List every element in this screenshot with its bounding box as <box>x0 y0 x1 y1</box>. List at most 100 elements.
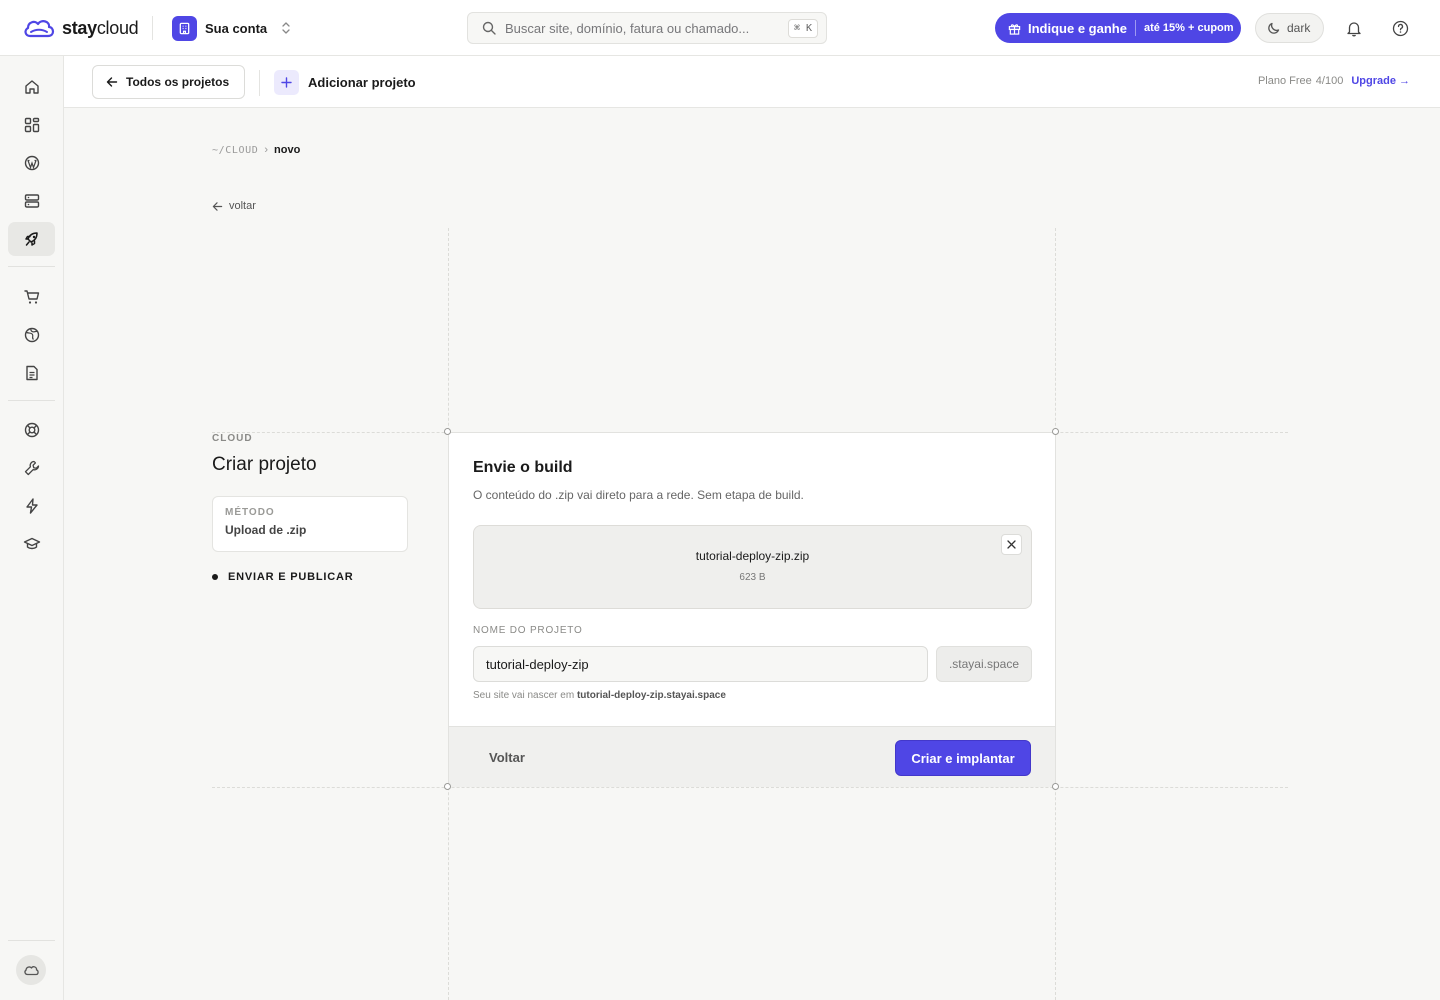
gift-icon <box>1008 23 1021 35</box>
upgrade-link[interactable]: Upgrade → <box>1351 75 1410 87</box>
server-icon <box>24 194 39 208</box>
wizard-eyebrow: CLOUD <box>212 433 253 444</box>
corner-handle <box>444 783 451 790</box>
plan-name: Plano Free <box>1257 75 1312 87</box>
search-shortcut: ⌘ K <box>787 18 818 38</box>
project-name-input[interactable] <box>473 646 928 682</box>
method-summary[interactable]: MÉTODO Upload de .zip <box>212 496 408 552</box>
remove-file-button[interactable] <box>1001 534 1022 555</box>
sidebar-item-academy[interactable] <box>8 527 55 561</box>
sidebar-item-tools[interactable] <box>8 451 55 485</box>
sidebar-item-store[interactable] <box>8 280 55 314</box>
sidebar-divider <box>8 940 55 941</box>
arrow-left-icon <box>106 77 118 87</box>
theme-label: dark <box>1287 21 1311 35</box>
project-name-label: NOME DO PROJETO <box>473 625 583 636</box>
file-dropzone[interactable]: tutorial-deploy-zip.zip 623 B <box>473 525 1032 609</box>
home-icon <box>24 80 39 94</box>
current-step: ENVIAR E PUBLICAR <box>212 571 353 583</box>
wordpress-icon <box>24 155 39 171</box>
step-label: ENVIAR E PUBLICAR <box>228 571 354 583</box>
all-projects-label: Todos os projetos <box>126 75 230 89</box>
back-button[interactable]: Voltar <box>489 750 525 765</box>
domain-hint-value: tutorial-deploy-zip.stayai.space <box>576 690 726 701</box>
card-footer: Voltar Criar e implantar <box>449 726 1055 787</box>
sidebar-item-invoices[interactable] <box>8 356 55 390</box>
breadcrumb: ~/CLOUD › novo <box>212 144 300 156</box>
sidebar-divider <box>8 400 55 401</box>
card-subtitle: O conteúdo do .zip vai direto para a red… <box>473 488 804 502</box>
sidebar-item-dashboard[interactable] <box>8 108 55 142</box>
graduation-cap-icon <box>23 537 40 550</box>
sidebar-item-cloud[interactable] <box>8 222 55 256</box>
sidebar-item-performance[interactable] <box>8 489 55 523</box>
sidebar-divider <box>8 266 55 267</box>
sidebar-item-servers[interactable] <box>8 184 55 218</box>
plan-info: Plano Free 4/100 Upgrade → <box>1258 75 1410 87</box>
close-icon <box>1007 540 1016 549</box>
corner-handle <box>444 428 451 435</box>
create-deploy-button[interactable]: Criar e implantar <box>895 740 1031 776</box>
theme-toggle[interactable]: dark <box>1255 13 1324 43</box>
sidebar-item-home[interactable] <box>8 70 55 104</box>
search-placeholder: Buscar site, domínio, fatura ou chamado.… <box>505 20 750 36</box>
wrench-icon <box>24 460 39 476</box>
back-link[interactable]: voltar <box>212 200 256 212</box>
sidebar-item-support[interactable] <box>8 413 55 447</box>
breadcrumb-separator: › <box>264 144 269 156</box>
step-dot <box>212 574 218 580</box>
referral-tag: até 15% + cupom <box>1143 22 1234 34</box>
card-title: Envie o build <box>473 459 573 476</box>
brand-name: staycloud <box>62 17 139 38</box>
corner-handle <box>1052 783 1059 790</box>
search-icon <box>482 21 496 35</box>
sidebar-item-wordpress[interactable] <box>8 146 55 180</box>
corner-handle <box>1052 428 1059 435</box>
file-name: tutorial-deploy-zip.zip <box>695 549 810 563</box>
referral-button[interactable]: Indique e ganhe até 15% + cupom <box>995 13 1241 43</box>
breadcrumb-current: novo <box>274 144 301 156</box>
file-size: 623 B <box>739 572 766 583</box>
account-switcher[interactable]: Sua conta <box>172 15 291 41</box>
guide-line <box>212 787 1288 788</box>
building-icon <box>172 15 197 41</box>
plus-icon <box>274 69 299 95</box>
sidebar-item-domains[interactable] <box>8 318 55 352</box>
add-project-button[interactable]: Adicionar projeto <box>274 69 416 95</box>
lifebuoy-icon <box>24 422 39 438</box>
domain-hint: Seu site vai nascer em tutorial-deploy-z… <box>473 690 726 701</box>
account-name: Sua conta <box>205 20 268 36</box>
divider <box>259 70 260 96</box>
referral-label: Indique e ganhe <box>1028 20 1127 36</box>
cart-icon <box>23 290 39 304</box>
lightning-icon <box>25 498 38 514</box>
grid-icon <box>24 117 39 133</box>
bell-icon[interactable] <box>1344 18 1364 38</box>
sub-header: Todos os projetos Adicionar projeto Plan… <box>64 56 1440 108</box>
sidebar <box>0 56 64 1000</box>
logo[interactable]: staycloud <box>22 16 139 40</box>
arrow-left-icon <box>212 201 223 211</box>
domain-suffix: .stayai.space <box>936 646 1032 682</box>
all-projects-button[interactable]: Todos os projetos <box>92 65 245 99</box>
chevron-updown-icon <box>282 22 290 34</box>
page-title: Criar projeto <box>212 454 317 475</box>
breadcrumb-root[interactable]: ~/CLOUD <box>212 145 258 156</box>
plan-usage: 4/100 <box>1315 75 1344 87</box>
method-value: Upload de .zip <box>225 523 307 537</box>
divider <box>152 16 153 40</box>
globe-icon <box>24 327 39 343</box>
top-bar: staycloud Sua conta Buscar site, domínio… <box>0 0 1440 56</box>
cloud-logo-icon <box>24 20 55 38</box>
moon-icon <box>1268 22 1280 34</box>
search-bar[interactable]: Buscar site, domínio, fatura ou chamado.… <box>467 12 827 44</box>
help-icon[interactable] <box>1390 18 1410 38</box>
document-icon <box>25 365 38 381</box>
divider <box>1134 20 1136 36</box>
upload-card: Envie o build O conteúdo do .zip vai dir… <box>448 432 1056 787</box>
method-label: MÉTODO <box>225 507 275 518</box>
cloud-status-icon[interactable] <box>16 955 46 985</box>
rocket-icon <box>24 232 38 246</box>
back-link-label: voltar <box>229 200 256 212</box>
add-project-label: Adicionar projeto <box>308 74 416 90</box>
